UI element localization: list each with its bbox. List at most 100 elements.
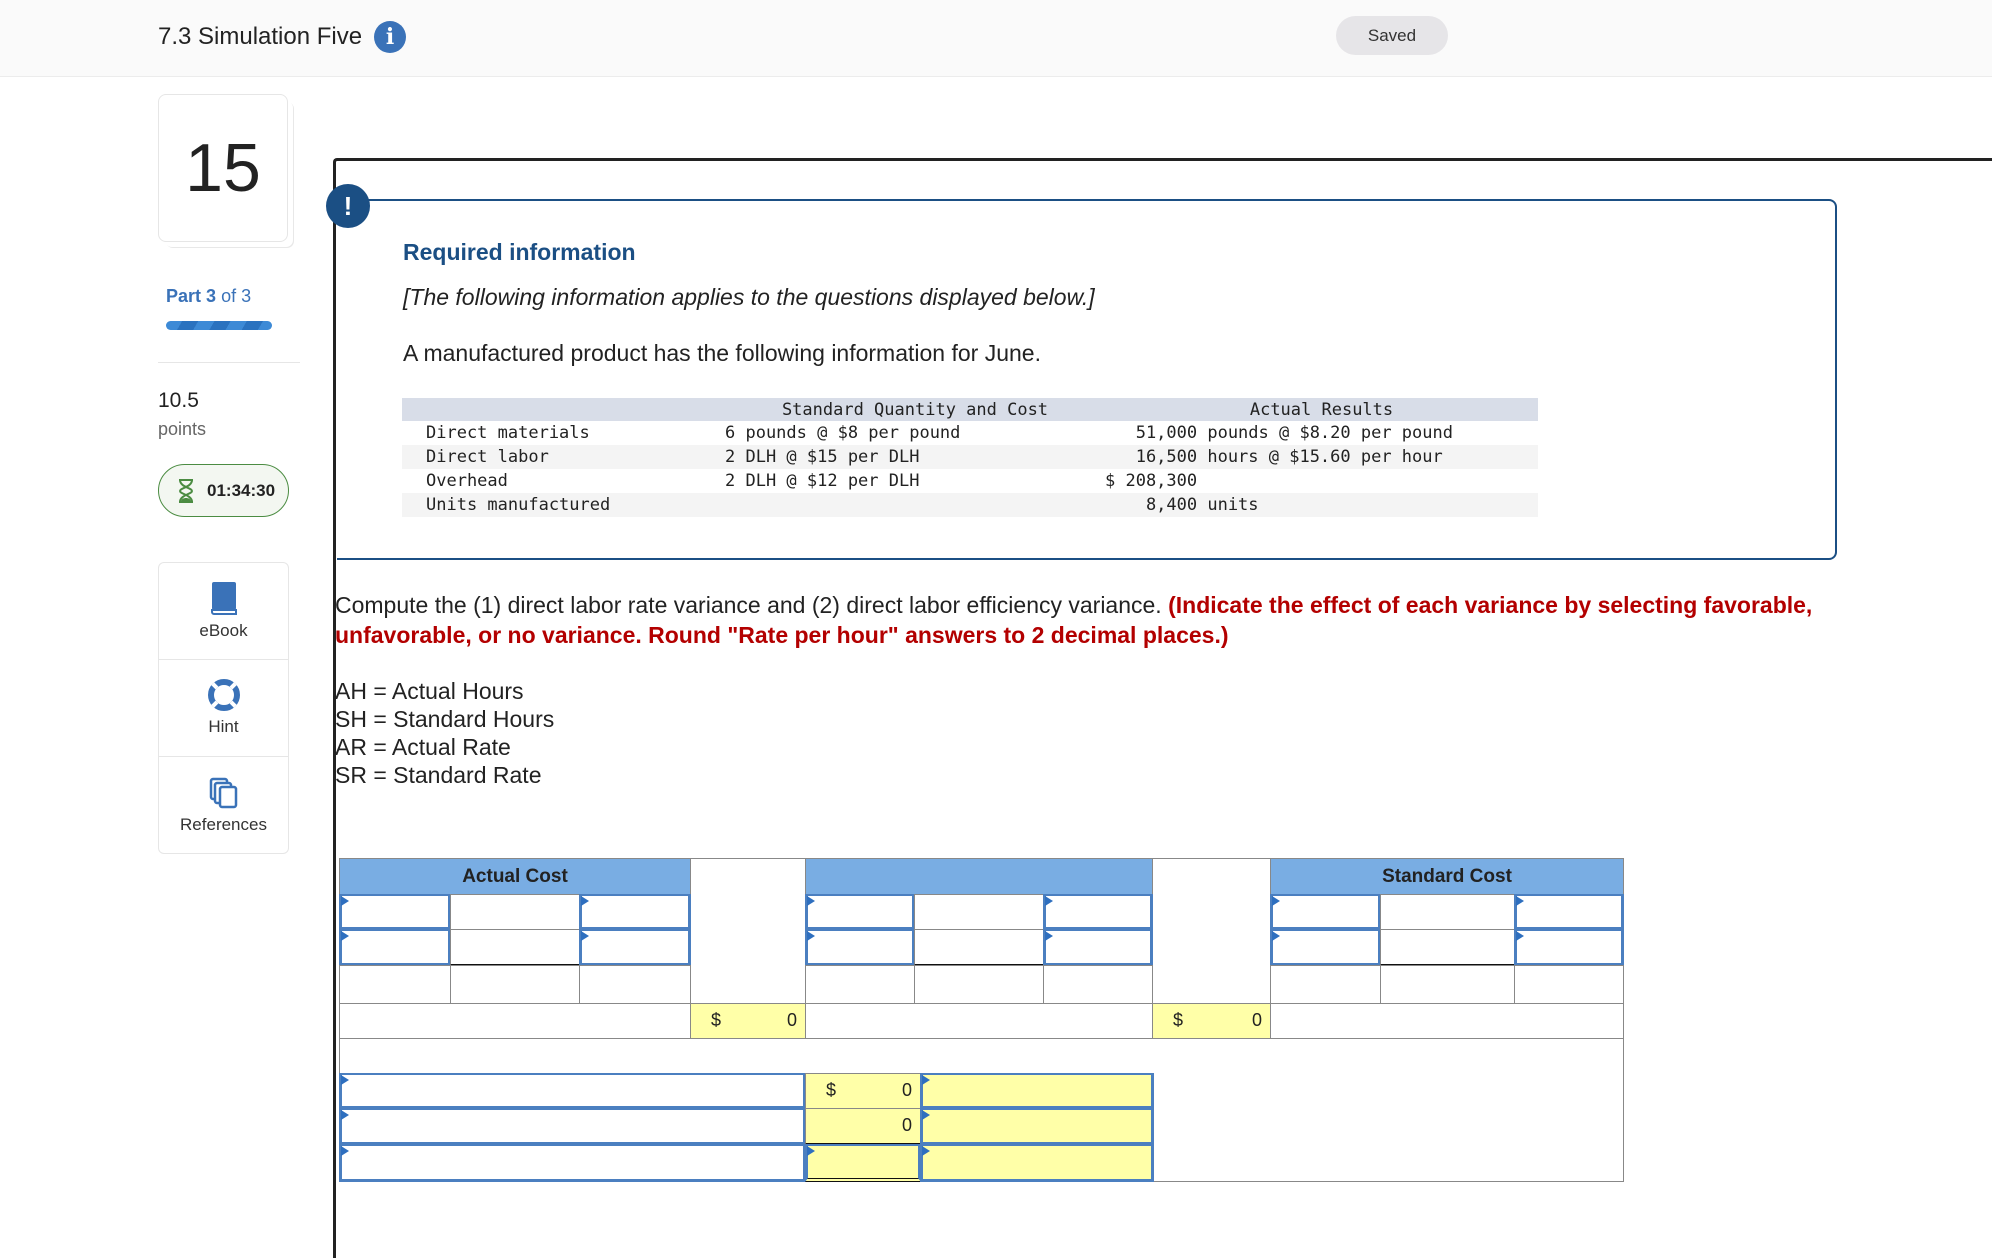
currency-symbol: $ <box>711 1010 722 1030</box>
question-text: Compute the (1) direct labor rate varian… <box>335 592 1169 618</box>
legend-item: SH = Standard Hours <box>335 706 555 732</box>
standard-label-dropdown[interactable] <box>1514 894 1624 930</box>
actual-ah-label-dropdown-2[interactable] <box>339 929 451 966</box>
info-table-cell: 51,000 pounds @ $8.20 per pound <box>1105 421 1538 445</box>
assignment-title-text: 7.3 Simulation Five <box>158 23 363 50</box>
rate-variance-computed: $ 0 <box>690 1003 806 1039</box>
blank-cell <box>1270 965 1381 1004</box>
blank-cell <box>1380 965 1515 1004</box>
currency-symbol: $ <box>826 1080 837 1100</box>
exclamation-icon: ! <box>326 184 370 228</box>
variance-effect-dropdown-1[interactable] <box>920 1073 1154 1109</box>
references-button[interactable]: References <box>159 757 288 854</box>
tools-panel: eBook Hint References <box>158 562 289 854</box>
variance-effect-dropdown-3[interactable] <box>920 1144 1154 1182</box>
computed-value: 0 <box>901 1080 912 1100</box>
middle-sr-input[interactable] <box>914 929 1044 966</box>
middle-header <box>805 858 1153 895</box>
legend-item: AR = Actual Rate <box>335 734 511 760</box>
part-suffix: of 3 <box>221 286 252 306</box>
computed-value: 0 <box>786 1010 797 1030</box>
ebook-button[interactable]: eBook <box>159 563 288 660</box>
info-table-cell: 2 DLH @ $15 per DLH <box>725 445 1105 469</box>
variance-effect-dropdown-2[interactable] <box>920 1108 1154 1145</box>
info-table-cell: 16,500 hours @ $15.60 per hour <box>1105 445 1538 469</box>
copy-pages-icon <box>209 777 237 808</box>
actual-ah-input[interactable] <box>450 894 580 930</box>
part-progress-fill <box>166 321 272 330</box>
info-table-cell: $ 208,300 <box>1105 469 1538 493</box>
lifebuoy-icon <box>207 679 240 711</box>
standard-label-dropdown[interactable] <box>1270 894 1381 930</box>
blank-cell <box>450 965 580 1004</box>
blank-cell <box>339 965 451 1004</box>
variance-amount-1: $ 0 <box>805 1073 921 1109</box>
part-current: 3 <box>206 286 217 306</box>
summary-blank <box>1153 1073 1624 1182</box>
middle-ah-input[interactable] <box>914 894 1044 930</box>
spacer-row <box>339 1038 1624 1074</box>
info-table-cell: Overhead <box>402 469 725 493</box>
info-table-header-row: Standard Quantity and Cost Actual Result… <box>402 398 1538 421</box>
info-icon[interactable]: i <box>374 21 407 53</box>
info-table-row: Direct labor 2 DLH @ $15 per DLH 16,500 … <box>402 445 1538 469</box>
variance-label-dropdown-2[interactable] <box>339 1108 806 1145</box>
currency-symbol: $ <box>1173 1010 1184 1030</box>
actual-ar-label-dropdown-2[interactable] <box>579 929 691 966</box>
references-label: References <box>180 814 267 834</box>
blank-cell <box>1043 965 1153 1004</box>
part-prefix: Part <box>166 286 202 306</box>
blank-cell <box>579 965 691 1004</box>
legend-item: AH = Actual Hours <box>335 678 524 704</box>
top-bar: 7.3 Simulation Five i Saved <box>0 0 1992 77</box>
total-variance-amount[interactable] <box>805 1144 921 1182</box>
computed-value: 0 <box>1251 1010 1262 1030</box>
points-value: 10.5 <box>158 389 199 412</box>
actual-ah-label-dropdown[interactable] <box>339 894 451 930</box>
actual-ar-label-dropdown[interactable] <box>579 894 691 930</box>
info-table-header <box>402 398 725 421</box>
middle-label-dropdown[interactable] <box>805 894 915 930</box>
middle-label-dropdown[interactable] <box>1043 894 1153 930</box>
middle-label-dropdown-2[interactable] <box>1043 929 1153 966</box>
required-info-title: Required information <box>403 239 636 265</box>
info-table-header: Standard Quantity and Cost <box>725 398 1105 421</box>
info-table-cell: 6 pounds @ $8 per pound <box>725 421 1105 445</box>
variance-amount-2: 0 <box>805 1108 921 1145</box>
computed-value: 0 <box>901 1115 912 1135</box>
hint-label: Hint <box>208 717 239 736</box>
variance-label-dropdown-1[interactable] <box>339 1073 806 1109</box>
actual-cost-header: Actual Cost <box>339 858 691 895</box>
info-table-row: Direct materials 6 pounds @ $8 per pound… <box>402 421 1538 445</box>
variance-label-dropdown-3[interactable] <box>339 1144 806 1182</box>
part-progress-bar <box>166 321 272 330</box>
book-icon <box>210 582 237 615</box>
hourglass-icon <box>178 478 194 503</box>
blank-cell <box>1514 965 1624 1004</box>
info-table-cell: Direct materials <box>402 421 725 445</box>
standard-sh-input[interactable] <box>1380 894 1515 930</box>
abbreviation-legend: AH = Actual Hours SH = Standard Hours AR… <box>335 677 554 789</box>
info-table-cell: Direct labor <box>402 445 725 469</box>
middle-label-dropdown-2[interactable] <box>805 929 915 966</box>
standard-label-dropdown-2[interactable] <box>1270 929 1381 966</box>
points-label: points <box>158 419 207 439</box>
actual-ar-input[interactable] <box>450 929 580 966</box>
info-table-header: Actual Results <box>1105 398 1538 421</box>
assignment-title: 7.3 Simulation Five i <box>158 21 407 53</box>
part-indicator: Part 3 of 3 <box>166 286 251 307</box>
hint-button[interactable]: Hint <box>159 660 288 757</box>
info-table-cell <box>725 493 1105 517</box>
standard-label-dropdown-2[interactable] <box>1514 929 1624 966</box>
info-table-row: Overhead 2 DLH @ $12 per DLH $ 208,300 <box>402 469 1538 493</box>
question-number-card[interactable]: 15 <box>158 94 288 242</box>
blank-cell <box>914 965 1044 1004</box>
required-info-subtitle: [The following information applies to th… <box>403 284 1095 310</box>
middle-total-label <box>805 1003 1153 1039</box>
standard-cost-header: Standard Cost <box>1270 858 1624 895</box>
ebook-label: eBook <box>199 621 248 640</box>
timer-value: 01:34:30 <box>207 480 276 500</box>
saved-status-button[interactable]: Saved <box>1336 16 1448 55</box>
timer[interactable]: 01:34:30 <box>158 464 289 517</box>
standard-sr-input[interactable] <box>1380 929 1515 966</box>
